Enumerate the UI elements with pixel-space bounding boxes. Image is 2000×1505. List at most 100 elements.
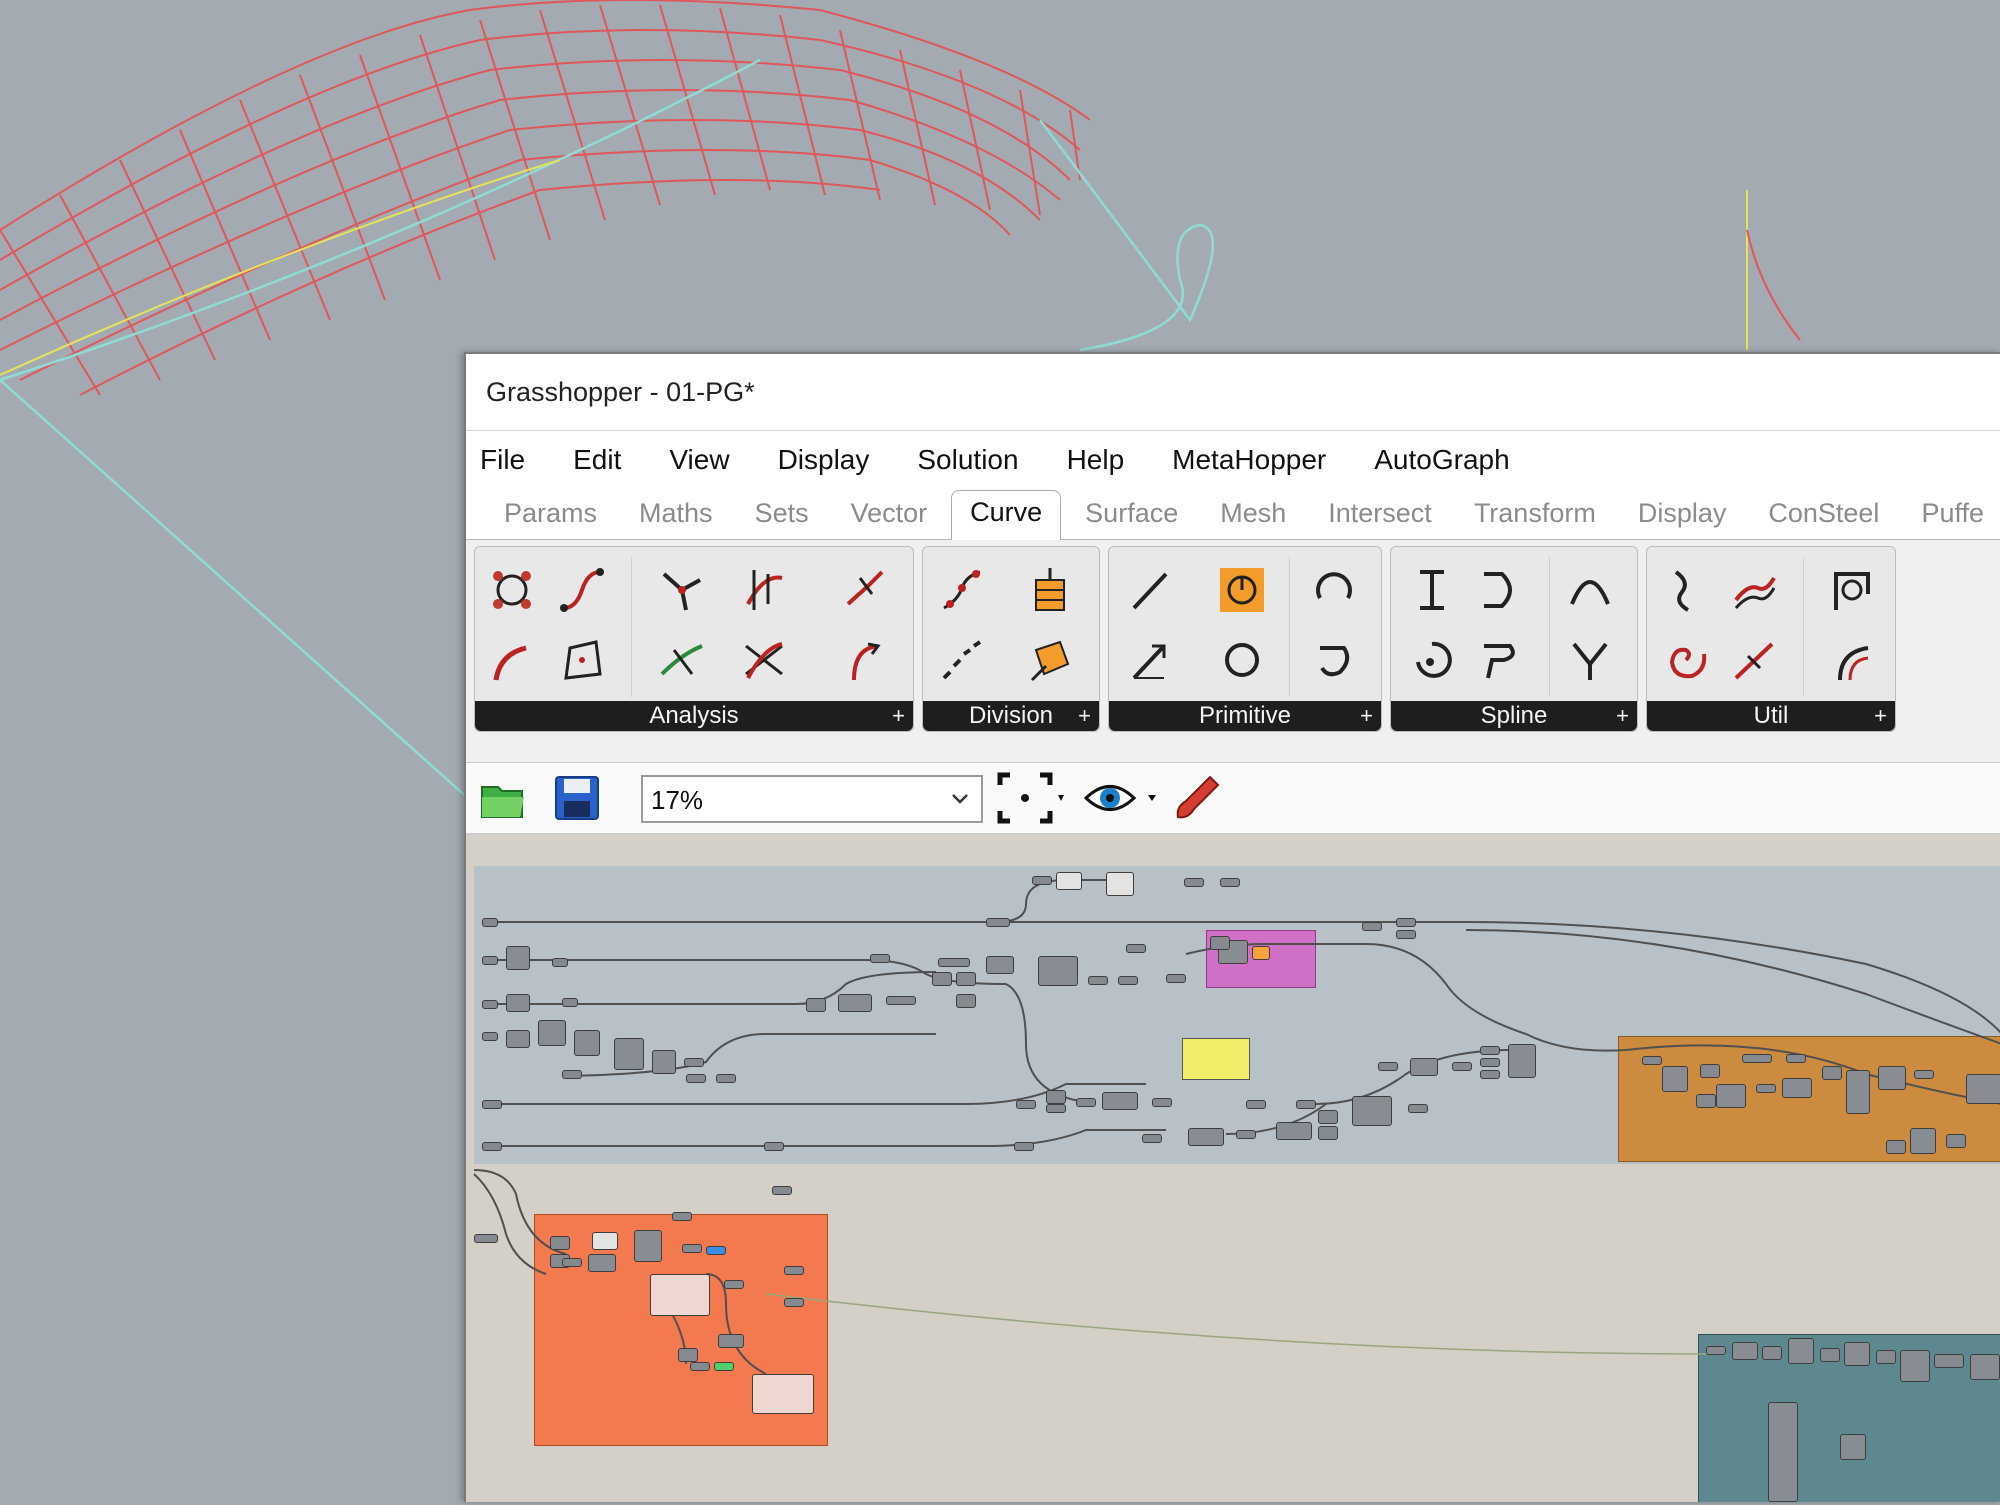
graph-node[interactable]	[1452, 1062, 1472, 1071]
graph-node[interactable]	[1900, 1350, 1930, 1382]
expand-icon[interactable]: +	[1078, 701, 1091, 731]
tab-consteel[interactable]: ConSteel	[1750, 492, 1897, 539]
curve-closest-icon[interactable]	[653, 631, 711, 689]
graph-node[interactable]	[1220, 878, 1240, 887]
menu-autograph[interactable]: AutoGraph	[1374, 440, 1509, 480]
graph-node[interactable]	[474, 1234, 498, 1243]
graph-node[interactable]	[1782, 1078, 1812, 1098]
expand-icon[interactable]: +	[1616, 701, 1629, 731]
graph-node[interactable]	[588, 1254, 616, 1272]
graph-node[interactable]	[1970, 1354, 2000, 1380]
graph-node[interactable]	[1362, 922, 1382, 931]
tab-puffe[interactable]: Puffe	[1903, 492, 2000, 539]
expand-icon[interactable]: +	[1360, 701, 1373, 731]
graph-node[interactable]	[690, 1362, 710, 1371]
graph-node[interactable]	[1106, 872, 1134, 896]
tab-maths[interactable]: Maths	[621, 492, 731, 539]
dash-pattern-icon[interactable]	[933, 631, 991, 689]
graph-node[interactable]	[1318, 1110, 1338, 1124]
graph-node[interactable]	[716, 1074, 736, 1083]
graph-node[interactable]	[1696, 1094, 1716, 1108]
graph-node[interactable]	[678, 1348, 698, 1362]
graph-node[interactable]	[1102, 1092, 1138, 1110]
graph-node[interactable]	[1126, 944, 1146, 953]
arc-segment-icon[interactable]	[483, 631, 541, 689]
zoom-extents-icon[interactable]	[996, 771, 1066, 825]
graph-node[interactable]	[1480, 1058, 1500, 1067]
curve-frames-icon[interactable]	[735, 561, 793, 619]
tab-params[interactable]: Params	[486, 492, 615, 539]
graph-node[interactable]	[1016, 1100, 1036, 1109]
graph-node[interactable]	[1700, 1064, 1720, 1078]
graph-node[interactable]	[1822, 1066, 1842, 1080]
save-file-icon[interactable]	[550, 771, 604, 825]
graph-node[interactable]	[1820, 1348, 1840, 1362]
graph-node[interactable]	[562, 1258, 582, 1267]
graph-node[interactable]	[1934, 1354, 1964, 1368]
graph-node[interactable]	[538, 1020, 566, 1046]
extend-curve-icon[interactable]	[1823, 631, 1881, 689]
graph-node[interactable]	[506, 1030, 530, 1048]
graph-node[interactable]	[1480, 1070, 1500, 1079]
graph-node[interactable]	[772, 1186, 792, 1195]
graph-node[interactable]	[1166, 974, 1186, 983]
explode-curve-icon[interactable]	[1725, 631, 1783, 689]
graph-node[interactable]	[686, 1074, 706, 1083]
graph-node[interactable]	[482, 956, 498, 965]
graph-node[interactable]	[1886, 1140, 1906, 1154]
graph-node[interactable]	[1118, 976, 1138, 985]
graph-node[interactable]	[1076, 1098, 1096, 1107]
graph-node[interactable]	[1788, 1338, 1814, 1364]
graph-node[interactable]	[592, 1232, 618, 1250]
graph-node[interactable]	[932, 972, 952, 986]
graph-node[interactable]	[1408, 1104, 1428, 1113]
graph-node[interactable]	[1236, 1130, 1256, 1139]
graph-node[interactable]	[1508, 1044, 1536, 1078]
graph-node[interactable]	[1046, 1090, 1066, 1104]
graph-node[interactable]	[1396, 918, 1416, 927]
graph-node[interactable]	[1762, 1346, 1782, 1360]
title-bar[interactable]: Grasshopper - 01-PG*	[466, 354, 2000, 431]
graph-node[interactable]	[1056, 872, 1082, 890]
menu-edit[interactable]: Edit	[573, 440, 621, 480]
grasshopper-canvas[interactable]	[466, 834, 2000, 1502]
graph-node[interactable]	[1756, 1084, 1776, 1093]
arc-sed-icon[interactable]	[1305, 631, 1363, 689]
graph-node[interactable]	[1716, 1084, 1746, 1108]
graph-node[interactable]	[1396, 930, 1416, 939]
graph-node[interactable]	[482, 1142, 502, 1151]
graph-node[interactable]	[1296, 1100, 1316, 1109]
open-file-icon[interactable]	[476, 771, 530, 825]
graph-node[interactable]	[1152, 1098, 1172, 1107]
graph-node[interactable]	[1210, 936, 1230, 950]
graph-node[interactable]	[482, 1100, 502, 1109]
graph-node[interactable]	[752, 1374, 814, 1414]
graph-node[interactable]	[986, 918, 1010, 927]
graph-node[interactable]	[634, 1230, 662, 1262]
panel-primitive-footer[interactable]: Primitive +	[1109, 701, 1381, 731]
graph-node[interactable]	[650, 1274, 710, 1316]
menu-display[interactable]: Display	[778, 440, 870, 480]
graph-node[interactable]	[1184, 878, 1204, 887]
graph-node[interactable]	[482, 918, 498, 927]
graph-node[interactable]	[1910, 1128, 1936, 1154]
preview-eye-icon[interactable]	[1082, 771, 1162, 825]
curve-curvature-icon[interactable]	[835, 631, 893, 689]
curve-spiral-icon[interactable]	[1657, 631, 1715, 689]
fillet-icon[interactable]	[1823, 561, 1881, 619]
graph-node[interactable]	[506, 946, 530, 970]
graph-node[interactable]	[956, 972, 976, 986]
graph-node[interactable]	[684, 1058, 704, 1067]
graph-node[interactable]	[986, 956, 1014, 974]
tab-vector[interactable]: Vector	[833, 492, 946, 539]
curve-tangent-icon[interactable]	[835, 561, 893, 619]
menu-solution[interactable]: Solution	[917, 440, 1018, 480]
graph-node[interactable]	[870, 954, 890, 963]
graph-node[interactable]	[1946, 1134, 1966, 1148]
graph-node[interactable]	[1188, 1128, 1224, 1146]
graph-node[interactable]	[1276, 1122, 1312, 1140]
arc-icon[interactable]	[1305, 561, 1363, 619]
contour-ex-icon[interactable]	[1021, 631, 1079, 689]
expand-icon[interactable]: +	[1874, 701, 1887, 731]
graph-node[interactable]	[1844, 1342, 1870, 1366]
